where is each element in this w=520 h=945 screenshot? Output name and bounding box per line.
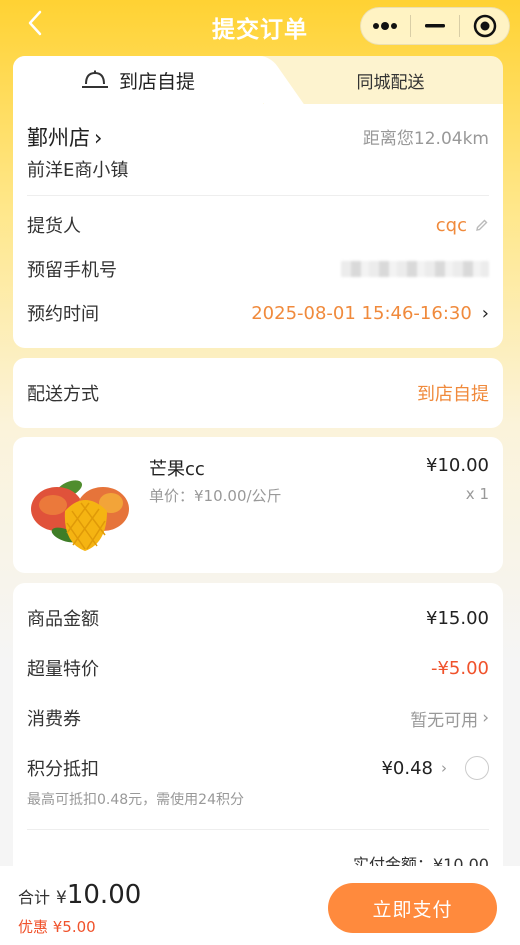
points-radio[interactable] xyxy=(465,756,489,780)
product-unit-price: 单价：¥10.00/公斤 xyxy=(149,487,282,505)
product-price: ¥10.00 xyxy=(426,455,489,476)
appointment-time-label: 预约时间 xyxy=(27,304,99,325)
store-address: 前洋E商小镇 xyxy=(27,160,129,181)
special-price-value: -¥5.00 xyxy=(430,657,489,679)
store-card: 鄞州店 › 距离您12.04km 前洋E商小镇 提货人 cqc 预留手机号 预约时… xyxy=(13,96,503,348)
pickup-person-row[interactable]: 提货人 cqc xyxy=(27,210,489,240)
store-distance: 距离您12.04km xyxy=(362,129,489,149)
goods-amount-value: ¥15.00 xyxy=(426,607,489,629)
points-label: 积分抵扣 xyxy=(27,759,99,780)
nav-bar: 提交订单 xyxy=(0,0,520,54)
mini-program-capsule xyxy=(360,7,510,45)
divider xyxy=(27,829,489,830)
special-price-label: 超量特价 xyxy=(27,659,99,680)
appointment-time-value: 2025-08-01 15:46-16:30 xyxy=(251,302,472,324)
store-name[interactable]: 鄞州店 › xyxy=(27,122,102,152)
total-currency: ¥ xyxy=(56,888,67,908)
phone-row[interactable]: 预留手机号 xyxy=(27,254,489,284)
delivery-method-row: 配送方式 到店自提 xyxy=(27,378,489,408)
product-card: 芒果cc 单价：¥10.00/公斤 ¥10.00 x 1 xyxy=(13,437,503,573)
delivery-method-value: 到店自提 xyxy=(417,384,489,405)
coupon-value: 暂无可用 xyxy=(410,710,479,731)
minimize-icon[interactable] xyxy=(411,7,460,45)
chevron-right-icon: › xyxy=(482,708,489,728)
product-name: 芒果cc xyxy=(149,459,205,480)
tab-pickup[interactable]: 到店自提 xyxy=(13,56,263,104)
edit-icon[interactable] xyxy=(475,218,489,232)
chevron-right-icon: › xyxy=(441,759,447,777)
total-line: 合计 ¥ 10.00 xyxy=(18,880,141,910)
order-summary-card: 商品金额 ¥15.00 超量特价 -¥5.00 消费券 暂无可用 › 积分抵扣 … xyxy=(13,583,503,883)
coupon-row[interactable]: 消费券 暂无可用 › xyxy=(27,703,489,733)
delivery-method-card: 配送方式 到店自提 xyxy=(13,358,503,428)
discount-text: 优惠 ¥5.00 xyxy=(18,918,96,936)
mango-image xyxy=(25,451,135,561)
tab-pickup-label: 到店自提 xyxy=(118,70,195,93)
points-note: 最高可抵扣0.48元，需使用24积分 xyxy=(27,792,244,808)
product-quantity: x 1 xyxy=(465,485,489,503)
store-name-label: 鄞州店 xyxy=(27,126,90,150)
goods-amount-label: 商品金额 xyxy=(27,609,99,630)
total-label: 合计 xyxy=(18,888,51,907)
appointment-time-row[interactable]: 预约时间 2025-08-01 15:46-16:30 › xyxy=(27,298,489,328)
divider xyxy=(27,195,489,196)
special-price-row: 超量特价 -¥5.00 xyxy=(27,653,489,683)
coupon-label: 消费券 xyxy=(27,709,81,730)
bottom-pay-bar: 合计 ¥ 10.00 优惠 ¥5.00 立即支付 xyxy=(0,866,520,945)
pickup-store-icon xyxy=(81,70,108,88)
points-row[interactable]: 积分抵扣 ¥0.48 › xyxy=(27,753,489,783)
chevron-right-icon: › xyxy=(481,302,489,324)
goods-amount-row: 商品金额 ¥15.00 xyxy=(27,603,489,633)
phone-label: 预留手机号 xyxy=(27,260,117,281)
pickup-person-label: 提货人 xyxy=(27,216,81,237)
tab-city-delivery[interactable]: 同城配送 xyxy=(278,56,503,104)
total-value: 10.00 xyxy=(66,880,142,910)
delivery-method-label: 配送方式 xyxy=(27,384,99,405)
points-value: ¥0.48 xyxy=(381,757,433,779)
pickup-person-value: cqc xyxy=(435,214,467,236)
delivery-tabs: 到店自提 同城配送 xyxy=(13,56,503,104)
phone-value-blurred xyxy=(341,261,489,277)
more-icon[interactable] xyxy=(361,7,410,45)
pay-now-button[interactable]: 立即支付 xyxy=(328,883,497,933)
close-target-icon[interactable] xyxy=(460,7,509,45)
store-chevron-icon: › xyxy=(94,126,103,150)
